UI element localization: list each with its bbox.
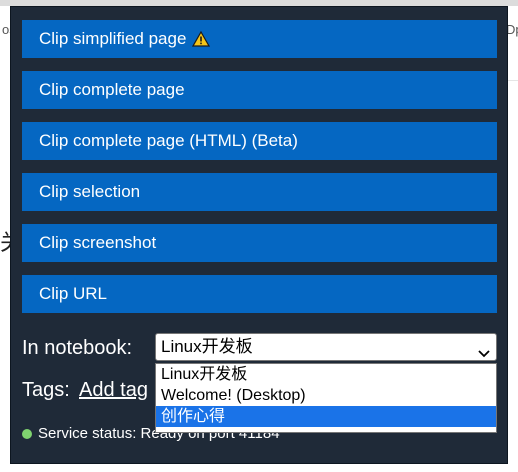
tags-label: Tags: bbox=[22, 379, 70, 401]
notebook-option[interactable]: Linux开发板 bbox=[156, 364, 496, 385]
button-label: Clip complete page bbox=[39, 80, 185, 99]
button-label: Clip URL bbox=[39, 284, 108, 303]
button-label: Clip screenshot bbox=[39, 233, 157, 252]
chevron-down-icon bbox=[478, 341, 490, 358]
clip-simplified-page-button[interactable]: Clip simplified page bbox=[22, 20, 497, 58]
status-indicator-dot bbox=[22, 428, 32, 439]
notebook-label: In notebook: bbox=[22, 337, 133, 359]
clip-selection-button[interactable]: Clip selection bbox=[22, 173, 497, 211]
web-clipper-popup: Clip simplified page Clip complete page … bbox=[10, 6, 508, 464]
notebook-dropdown-list: Linux开发板 Welcome! (Desktop) 创作心得 bbox=[155, 363, 497, 433]
notebook-option[interactable]: Welcome! (Desktop) bbox=[156, 385, 496, 406]
warning-triangle-icon bbox=[192, 30, 211, 47]
clip-screenshot-button[interactable]: Clip screenshot bbox=[22, 224, 497, 262]
notebook-option-highlighted[interactable]: 创作心得 bbox=[156, 406, 496, 427]
add-tag-link[interactable]: Add tag bbox=[79, 379, 148, 402]
notebook-selected-value: Linux开发板 bbox=[161, 337, 253, 356]
notebook-select[interactable]: Linux开发板 bbox=[155, 333, 497, 361]
clip-complete-page-html-button[interactable]: Clip complete page (HTML) (Beta) bbox=[22, 122, 497, 160]
clip-url-button[interactable]: Clip URL bbox=[22, 275, 497, 313]
clip-complete-page-button[interactable]: Clip complete page bbox=[22, 71, 497, 109]
background-divider bbox=[508, 80, 518, 81]
button-label: Clip simplified page bbox=[39, 29, 187, 48]
button-label: Clip complete page (HTML) (Beta) bbox=[39, 131, 298, 150]
button-label: Clip selection bbox=[39, 182, 141, 201]
